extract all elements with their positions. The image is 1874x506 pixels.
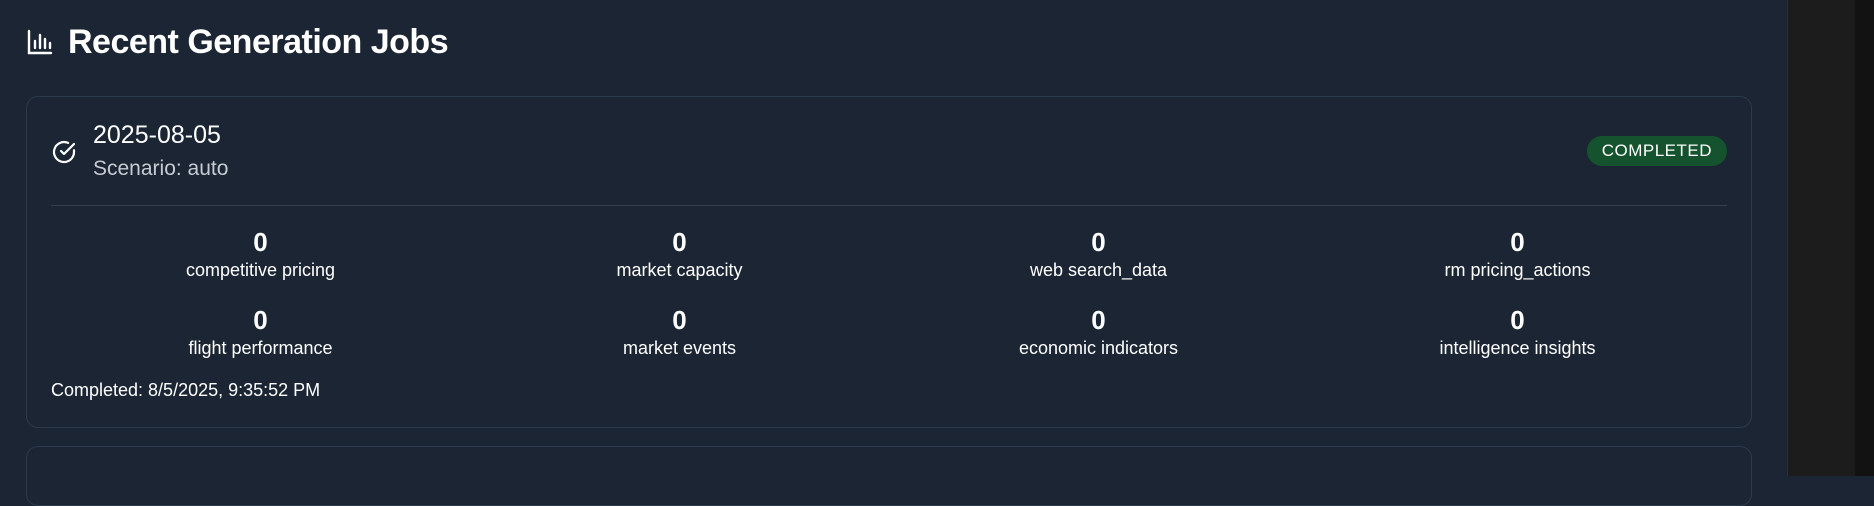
stat-value: 0 — [1510, 305, 1525, 335]
stat-value: 0 — [672, 305, 687, 335]
stat-value: 0 — [1091, 305, 1106, 335]
stat-market-capacity: 0 market capacity — [470, 227, 889, 285]
stat-intelligence-insights: 0 intelligence insights — [1308, 305, 1727, 363]
job-card[interactable]: 2025-08-05 Scenario: auto COMPLETED 0 co… — [26, 96, 1752, 428]
stat-flight-performance: 0 flight performance — [51, 305, 470, 363]
stat-rm-pricing-actions: 0 rm pricing_actions — [1308, 227, 1727, 285]
stat-label: competitive pricing — [185, 260, 336, 280]
stat-label: economic indicators — [1018, 338, 1179, 358]
bar-chart-icon — [26, 28, 54, 56]
completed-timestamp: Completed: 8/5/2025, 9:35:52 PM — [51, 380, 321, 400]
status-badge: COMPLETED — [1586, 136, 1727, 166]
stat-economic-indicators: 0 economic indicators — [889, 305, 1308, 363]
check-circle-icon — [51, 139, 77, 165]
stat-label: flight performance — [188, 338, 333, 358]
stat-label: market capacity — [616, 260, 743, 280]
stat-value: 0 — [672, 227, 687, 257]
stat-value: 0 — [253, 305, 268, 335]
stat-label: rm pricing_actions — [1444, 260, 1591, 280]
stat-value: 0 — [1091, 227, 1106, 257]
window-edge — [1855, 0, 1874, 476]
stat-label: web search_data — [1029, 260, 1168, 280]
job-stats-grid: 0 competitive pricing 0 market capacity … — [51, 227, 1727, 363]
stat-label: intelligence insights — [1439, 338, 1596, 358]
job-scenario: Scenario: auto — [93, 157, 229, 180]
section-title: Recent Generation Jobs — [68, 22, 449, 61]
stat-value: 0 — [1510, 227, 1525, 257]
stat-market-events: 0 market events — [470, 305, 889, 363]
job-card[interactable] — [26, 446, 1752, 506]
stat-competitive-pricing: 0 competitive pricing — [51, 227, 470, 285]
main-panel: Recent Generation Jobs 2025-08-05 Scenar… — [0, 0, 1787, 506]
stat-value: 0 — [253, 227, 268, 257]
stat-web-search-data: 0 web search_data — [889, 227, 1308, 285]
job-date: 2025-08-05 — [93, 121, 221, 149]
scrollbar-gutter[interactable] — [1787, 0, 1855, 476]
divider — [51, 205, 1727, 206]
stat-label: market events — [622, 338, 737, 358]
section-header: Recent Generation Jobs — [26, 22, 449, 62]
job-header: 2025-08-05 Scenario: auto COMPLETED — [51, 121, 1727, 183]
